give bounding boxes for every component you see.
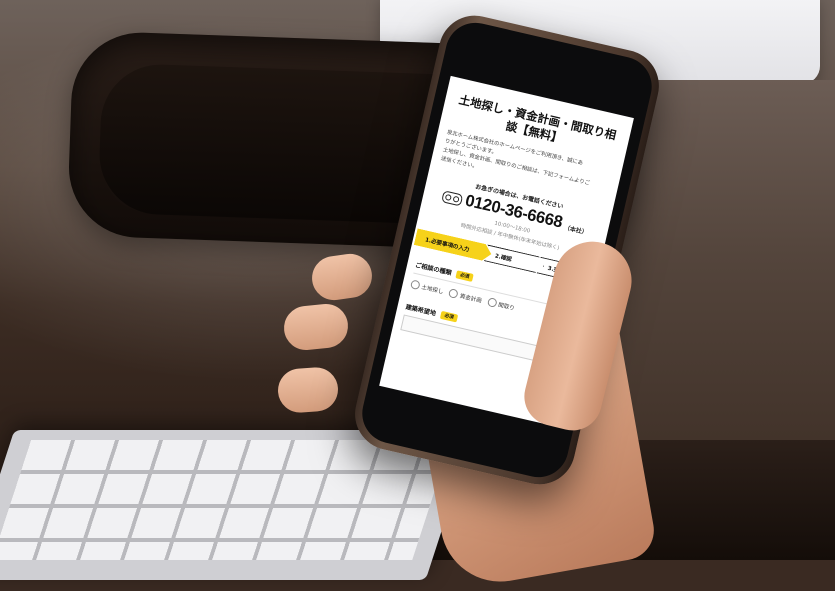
step-label: 2.確認 bbox=[494, 253, 513, 263]
radio-land-search[interactable]: 土地探し bbox=[409, 279, 445, 296]
required-badge: 必須 bbox=[439, 310, 459, 323]
keyboard-keys bbox=[0, 440, 452, 560]
radio-circle[interactable] bbox=[486, 297, 498, 308]
radio-circle[interactable] bbox=[448, 288, 460, 300]
step-confirm: 2.確認 bbox=[484, 244, 546, 274]
step-label: 1.必要事項の入力 bbox=[424, 236, 470, 253]
radio-label: 間取り bbox=[497, 302, 516, 312]
radio-funding-plan[interactable]: 資金計画 bbox=[448, 288, 483, 304]
photo-scene: 土地探し・資金計画・間取り相談【無料】 泉北ホーム株式会社のホームページをご利用… bbox=[0, 0, 835, 591]
radio-circle[interactable] bbox=[409, 279, 421, 291]
required-badge: 必須 bbox=[455, 269, 475, 282]
office-label: （本社） bbox=[563, 223, 589, 237]
radio-label: 資金計画 bbox=[459, 293, 483, 305]
freedial-icon bbox=[441, 189, 464, 207]
radio-label: 土地探し bbox=[420, 284, 444, 296]
radio-floor-plan[interactable]: 間取り bbox=[486, 297, 516, 312]
